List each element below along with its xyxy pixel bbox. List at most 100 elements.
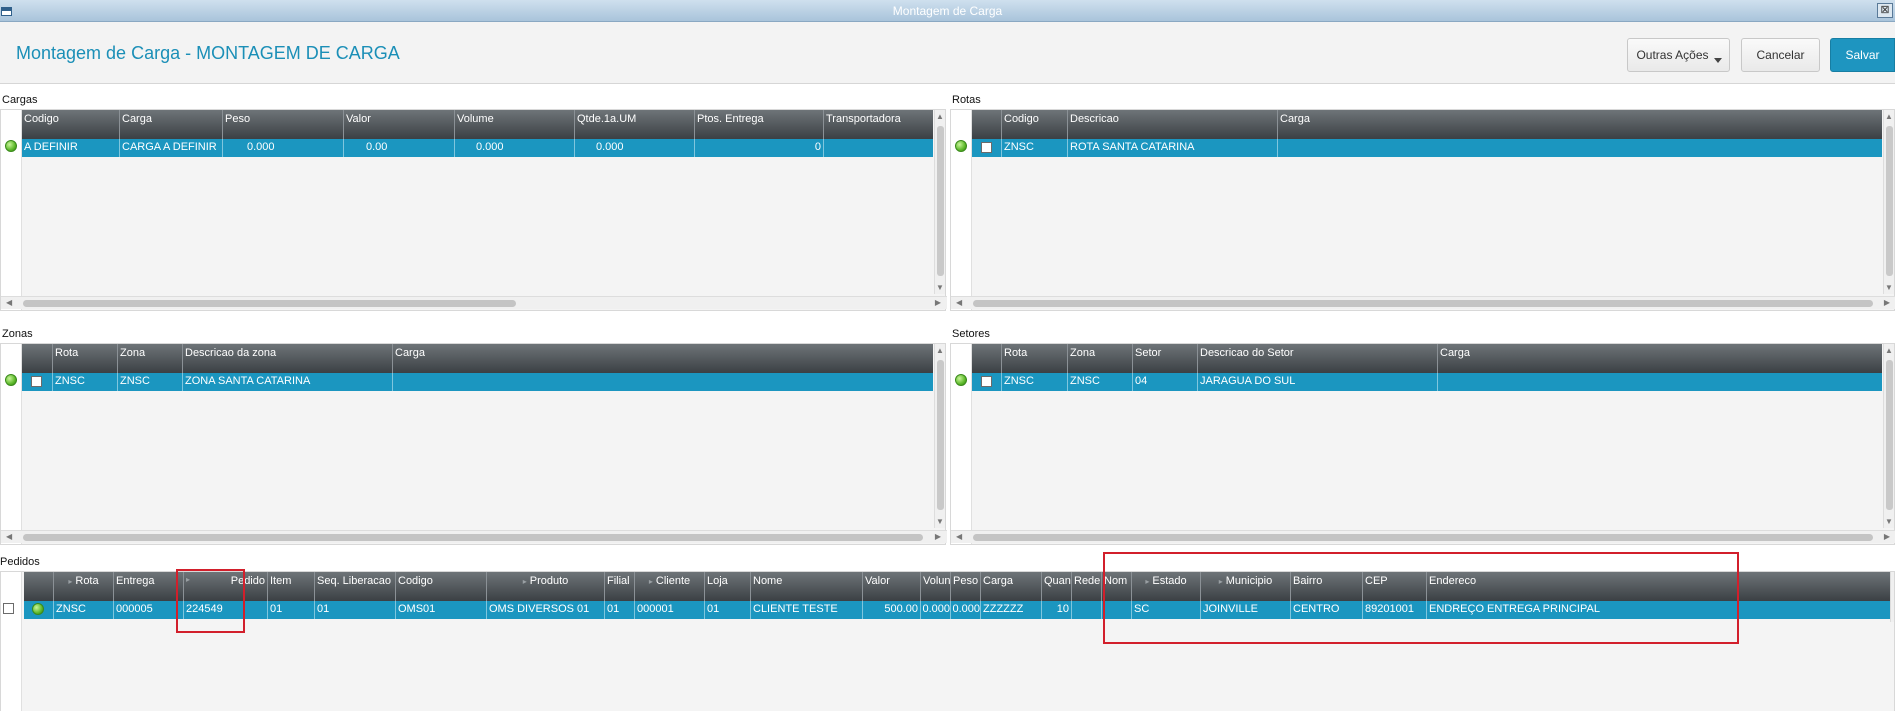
scroll-down-icon[interactable]: ▼ [1885, 517, 1893, 526]
table-cell[interactable] [393, 373, 935, 391]
vertical-scrollbar[interactable]: ▲ ▼ [1883, 344, 1894, 528]
table-cell[interactable]: ZZZZZZ [981, 601, 1042, 619]
scroll-thumb[interactable] [937, 360, 944, 510]
save-button[interactable]: Salvar [1830, 38, 1895, 72]
column-header[interactable]: Carga [1278, 110, 1884, 139]
column-header[interactable]: Zona [1068, 344, 1133, 373]
table-cell[interactable]: A DEFINIR [22, 139, 120, 157]
column-header-status[interactable] [24, 572, 54, 601]
table-cell[interactable]: 01 [315, 601, 396, 619]
row-checkbox[interactable] [981, 376, 992, 387]
horizontal-scrollbar[interactable]: ◀ ▶ [951, 530, 1895, 543]
column-header[interactable]: Descricao [1068, 110, 1278, 139]
scroll-thumb[interactable] [1886, 360, 1893, 510]
column-header[interactable]: Volume [455, 110, 575, 139]
column-header[interactable]: Codigo [22, 110, 120, 139]
table-cell[interactable]: CARGA A DEFINIR [120, 139, 223, 157]
table-cell[interactable]: 0.000 [575, 139, 695, 157]
column-header[interactable]: Qtde.1a.UM [575, 110, 695, 139]
vertical-scrollbar[interactable]: ▲ ▼ [1883, 110, 1894, 294]
table-cell[interactable]: ZNSC [53, 373, 118, 391]
horizontal-scrollbar[interactable]: ◀ ▶ [1, 296, 947, 309]
horizontal-scrollbar[interactable]: ◀ ▶ [1, 530, 947, 543]
table-cell[interactable]: 04 [1133, 373, 1198, 391]
row-checkbox[interactable] [981, 142, 992, 153]
zonas-grid[interactable]: Rota Zona Descricao da zona Carga ZNSC Z… [0, 343, 947, 545]
column-header[interactable]: Entrega [114, 572, 184, 601]
table-cell[interactable] [1438, 373, 1884, 391]
table-cell[interactable] [1278, 139, 1884, 157]
table-cell[interactable]: CLIENTE TESTE [751, 601, 863, 619]
column-header[interactable]: Transportadora [824, 110, 935, 139]
table-cell[interactable]: JARAGUA DO SUL [1198, 373, 1438, 391]
table-cell[interactable]: 01 [705, 601, 751, 619]
scroll-thumb[interactable] [23, 300, 516, 307]
row-select-cell[interactable] [22, 373, 53, 391]
vertical-scrollbar[interactable] [1890, 572, 1894, 622]
column-header[interactable]: Valor [344, 110, 455, 139]
column-header[interactable]: Seq. Liberacao [315, 572, 396, 601]
column-header[interactable]: Peso [223, 110, 344, 139]
rotas-grid[interactable]: Codigo Descricao Carga ZNSC ROTA SANTA C… [950, 109, 1895, 311]
table-row[interactable]: ZNSC ZNSC 04 JARAGUA DO SUL [972, 373, 1882, 391]
column-header[interactable]: ▸ Cliente [635, 572, 705, 601]
table-cell[interactable]: ROTA SANTA CATARINA [1068, 139, 1278, 157]
scroll-up-icon[interactable]: ▲ [1885, 346, 1893, 355]
vertical-scrollbar[interactable]: ▲ ▼ [934, 110, 945, 294]
table-cell[interactable]: 500.00 [863, 601, 921, 619]
column-header[interactable]: Zona [118, 344, 183, 373]
table-row[interactable]: ZNSC ZNSC ZONA SANTA CATARINA [22, 373, 933, 391]
scroll-up-icon[interactable]: ▲ [936, 346, 944, 355]
scroll-thumb[interactable] [973, 534, 1873, 541]
table-row[interactable]: ZNSC ROTA SANTA CATARINA [972, 139, 1882, 157]
column-header-select[interactable] [972, 110, 1002, 139]
table-cell[interactable]: 000001 [635, 601, 705, 619]
horizontal-scrollbar[interactable]: ◀ ▶ [951, 296, 1895, 309]
column-header-select[interactable] [972, 344, 1002, 373]
row-checkbox[interactable] [31, 376, 42, 387]
table-cell[interactable]: OMS DIVERSOS 01 [487, 601, 605, 619]
table-row[interactable]: A DEFINIR CARGA A DEFINIR 0.000 0.00 0.0… [22, 139, 933, 157]
table-cell[interactable]: 0.000 [921, 601, 951, 619]
column-header[interactable]: Carga [120, 110, 223, 139]
cancel-button[interactable]: Cancelar [1741, 38, 1820, 72]
row-select-cell[interactable] [972, 139, 1002, 157]
close-icon[interactable]: ⊠ [1877, 3, 1893, 18]
column-header[interactable]: ▸ Rota [54, 572, 114, 601]
column-header[interactable]: Descricao da zona [183, 344, 393, 373]
column-header[interactable]: Loja [705, 572, 751, 601]
scroll-thumb[interactable] [23, 534, 923, 541]
column-header[interactable]: ▸ Produto [487, 572, 605, 601]
column-header[interactable]: Valor [863, 572, 921, 601]
table-cell[interactable]: OMS01 [396, 601, 487, 619]
column-header[interactable]: Nome [751, 572, 863, 601]
scroll-up-icon[interactable]: ▲ [1885, 112, 1893, 121]
cargas-grid[interactable]: Codigo Carga Peso Valor Volume Qtde.1a.U… [0, 109, 947, 311]
column-header[interactable]: Rede [1072, 572, 1102, 601]
column-header[interactable]: Rota [53, 344, 118, 373]
table-cell[interactable]: 01 [605, 601, 635, 619]
table-cell[interactable]: 0 [695, 139, 824, 157]
scroll-thumb[interactable] [1886, 126, 1893, 276]
column-header[interactable]: Setor [1133, 344, 1198, 373]
scroll-down-icon[interactable]: ▼ [936, 283, 944, 292]
table-cell[interactable]: 000005 [114, 601, 184, 619]
table-cell[interactable]: 0.000 [951, 601, 981, 619]
column-header[interactable]: Item [268, 572, 315, 601]
scroll-thumb[interactable] [973, 300, 1873, 307]
other-actions-button[interactable]: Outras Ações [1627, 38, 1730, 72]
row-select-cell[interactable] [972, 373, 1002, 391]
scroll-left-icon[interactable]: ◀ [6, 532, 12, 541]
scroll-up-icon[interactable]: ▲ [936, 112, 944, 121]
column-header[interactable]: Quan [1042, 572, 1072, 601]
column-header[interactable]: Filial [605, 572, 635, 601]
column-header[interactable]: Descricao do Setor [1198, 344, 1438, 373]
table-cell[interactable]: 0.00 [344, 139, 455, 157]
column-header[interactable]: Carga [981, 572, 1042, 601]
table-cell[interactable]: ZNSC [1068, 373, 1133, 391]
column-header[interactable]: Volun [921, 572, 951, 601]
column-header[interactable]: Carga [1438, 344, 1884, 373]
scroll-left-icon[interactable]: ◀ [956, 532, 962, 541]
column-header[interactable]: Peso [951, 572, 981, 601]
table-cell[interactable]: 0.000 [455, 139, 575, 157]
